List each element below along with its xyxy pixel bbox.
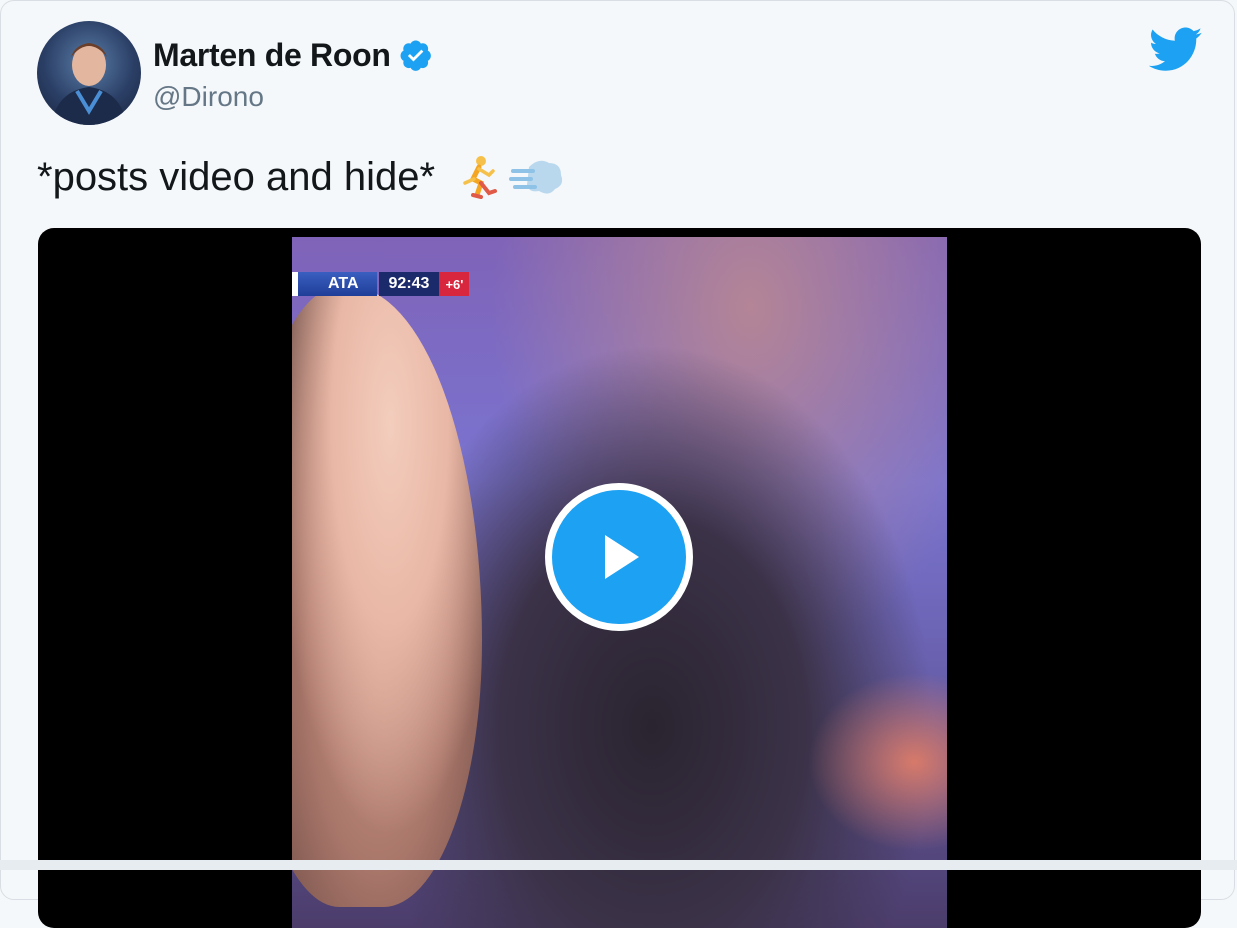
scorebug-team: ATA: [292, 272, 377, 296]
scorebug-clock: 92:43: [378, 272, 440, 296]
person-running-icon: [463, 156, 498, 199]
avatar-image: [51, 43, 127, 125]
tweet-card: Marten de Roon @Dirono *posts video and …: [0, 0, 1235, 928]
dashing-away-icon: [509, 160, 563, 194]
twitter-bird-icon[interactable]: [1149, 27, 1203, 73]
page-bottom-edge: [0, 860, 1237, 870]
play-icon: [605, 535, 639, 579]
scorebug: ATA 92:43 +6': [292, 272, 470, 296]
avatar[interactable]: [37, 21, 141, 125]
scorebug-added-time: +6': [439, 272, 470, 296]
author-handle[interactable]: @Dirono: [153, 81, 264, 113]
tweet-media-video[interactable]: ATA 92:43 +6': [38, 228, 1201, 928]
tweet-text-body: *posts video and hide*: [37, 154, 436, 199]
thumbnail-subject: [292, 287, 482, 907]
play-button[interactable]: [545, 483, 693, 631]
author-name-row: Marten de Roon: [153, 35, 433, 75]
verified-badge-icon: [400, 40, 431, 71]
author-display-name[interactable]: Marten de Roon: [153, 37, 391, 74]
tweet-text: *posts video and hide*: [37, 153, 565, 201]
